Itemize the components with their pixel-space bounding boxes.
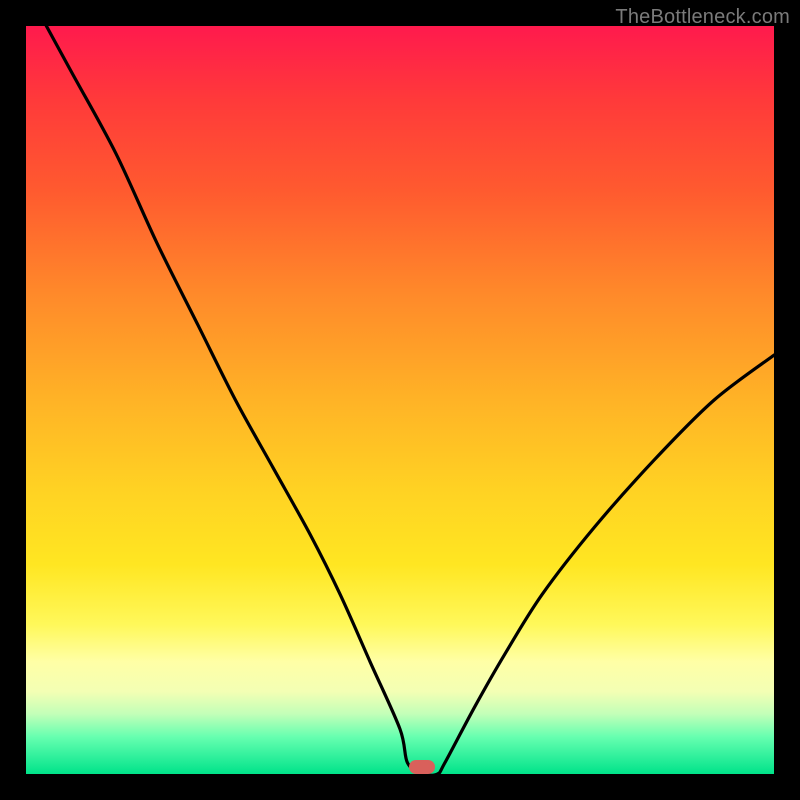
plot-area [26,26,774,774]
optimal-point-marker [409,760,435,774]
chart-frame: TheBottleneck.com [0,0,800,800]
watermark-text: TheBottleneck.com [615,6,790,29]
bottleneck-curve [26,26,774,774]
curve-path [26,26,774,774]
